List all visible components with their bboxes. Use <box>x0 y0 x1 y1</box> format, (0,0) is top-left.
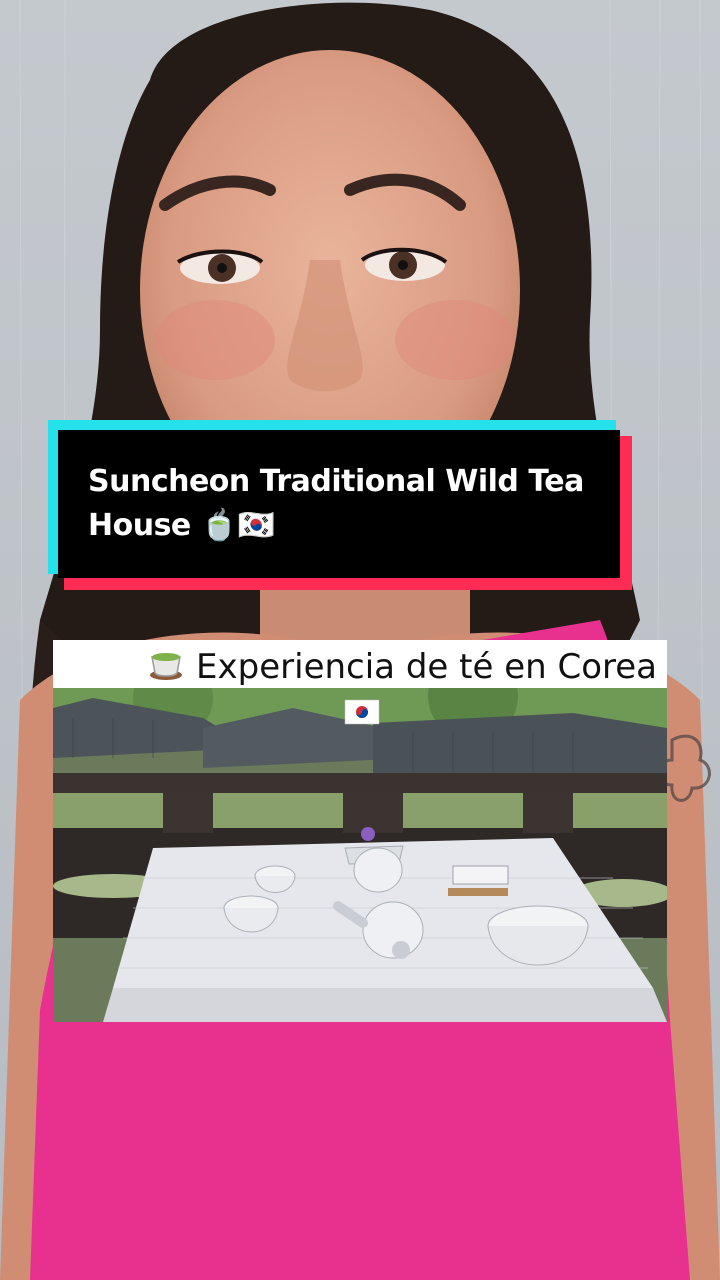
caption-bar: Experiencia de té en Corea <box>53 640 667 688</box>
tea-house-photo <box>53 688 667 1022</box>
title-card: Suncheon Traditional Wild Tea House 🍵🇰🇷 <box>48 420 632 590</box>
korea-flag-icon <box>344 699 380 725</box>
tea-photo-card: Experiencia de té en Corea <box>53 640 667 1022</box>
caption-text: Experiencia de té en Corea <box>196 647 657 687</box>
tea-cup-icon <box>146 643 186 694</box>
video-title: Suncheon Traditional Wild Tea House 🍵🇰🇷 <box>88 464 584 543</box>
caption-line: Experiencia de té en Corea <box>146 643 657 694</box>
